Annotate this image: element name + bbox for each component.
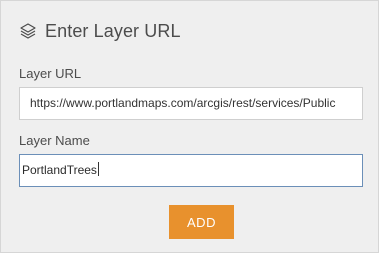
layer-name-value: PortlandTrees (22, 163, 97, 177)
layers-icon (19, 22, 37, 40)
layer-name-label: Layer Name (19, 133, 90, 148)
layer-url-value: https://www.portlandmaps.com/arcgis/rest… (30, 96, 336, 110)
layer-name-input[interactable]: PortlandTrees (19, 154, 363, 187)
add-layer-panel: Enter Layer URL Layer URL https://www.po… (0, 0, 379, 253)
add-button[interactable]: ADD (169, 205, 234, 239)
panel-header: Enter Layer URL (19, 19, 181, 43)
text-caret (97, 162, 99, 176)
layer-url-input[interactable]: https://www.portlandmaps.com/arcgis/rest… (19, 87, 363, 120)
panel-title: Enter Layer URL (45, 20, 181, 41)
layer-url-label: Layer URL (19, 66, 82, 81)
